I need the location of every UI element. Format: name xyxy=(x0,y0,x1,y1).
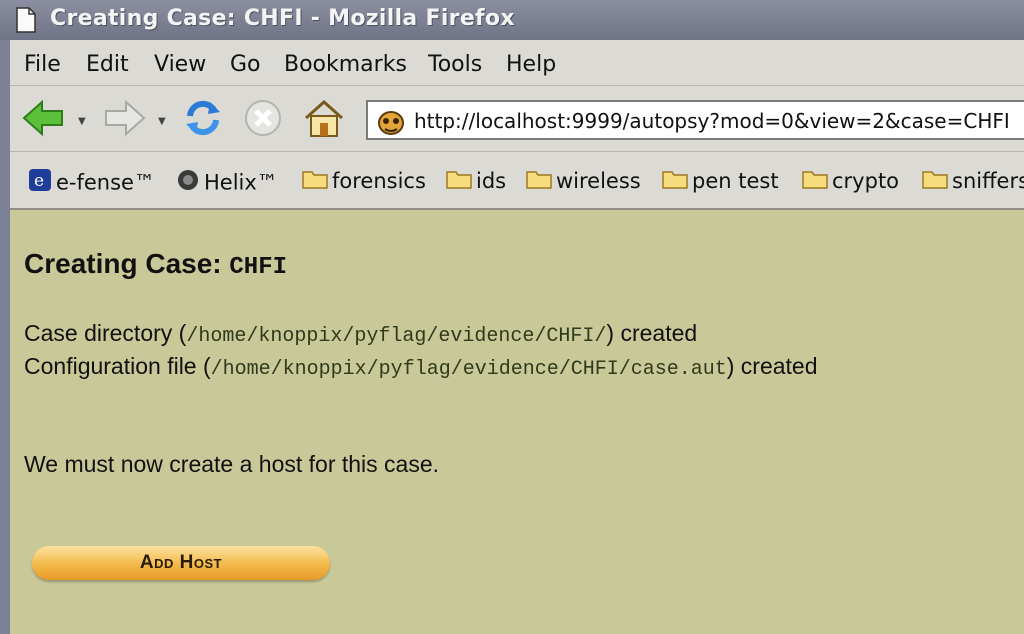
config-file-prefix: Configuration file ( xyxy=(24,353,211,379)
case-directory-prefix: Case directory ( xyxy=(24,320,187,346)
forward-button[interactable] xyxy=(102,98,146,142)
document-icon xyxy=(16,7,36,37)
back-dropdown-icon[interactable]: ▼ xyxy=(78,116,86,127)
menu-go[interactable]: Go xyxy=(230,52,261,77)
menu-bookmarks[interactable]: Bookmarks xyxy=(284,52,407,77)
menu-edit[interactable]: Edit xyxy=(86,52,129,77)
url-text: http://localhost:9999/autopsy?mod=0&view… xyxy=(414,109,1010,133)
reload-icon xyxy=(182,100,224,142)
window-titlebar: Creating Case: CHFI - Mozilla Firefox xyxy=(0,0,1024,40)
navigation-toolbar: ▼ ▼ http://localhost:9999/autopsy?mod=0&… xyxy=(10,86,1024,152)
config-file-suffix: ) created xyxy=(726,353,818,379)
folder-icon xyxy=(526,169,552,194)
forward-arrow-icon xyxy=(102,99,146,142)
home-button[interactable] xyxy=(302,98,346,142)
autopsy-site-icon xyxy=(376,107,406,138)
case-directory-path: /home/knoppix/pyflag/evidence/CHFI/ xyxy=(186,325,607,348)
reload-button[interactable] xyxy=(182,98,224,142)
home-icon xyxy=(302,99,346,142)
menu-bar: File Edit View Go Bookmarks Tools Help xyxy=(10,40,1024,86)
bookmark-ids[interactable]: ids xyxy=(446,168,506,196)
folder-icon xyxy=(446,169,472,194)
back-button[interactable] xyxy=(22,98,66,142)
folder-icon xyxy=(922,169,948,194)
bookmark-helix[interactable]: Helix™ xyxy=(176,168,278,196)
menu-view[interactable]: View xyxy=(154,52,206,77)
back-arrow-icon xyxy=(22,99,66,142)
bookmark-pen-test[interactable]: pen test xyxy=(662,168,779,196)
bookmark-wireless[interactable]: wireless xyxy=(526,168,641,196)
bookmarks-toolbar: e e-fense™ Helix™ forensics ids wireless… xyxy=(10,152,1024,210)
url-bar[interactable]: http://localhost:9999/autopsy?mod=0&view… xyxy=(366,100,1024,140)
create-host-message: We must now create a host for this case. xyxy=(24,451,440,477)
folder-icon xyxy=(302,169,328,194)
menu-file[interactable]: File xyxy=(24,52,61,77)
helix-icon xyxy=(176,168,200,197)
bookmark-efense[interactable]: e e-fense™ xyxy=(28,168,155,196)
page-title-prefix: Creating Case: xyxy=(24,248,230,279)
efense-icon: e xyxy=(28,168,52,197)
page-content: Creating Case: CHFI Case directory (/hom… xyxy=(10,210,1024,634)
folder-icon xyxy=(662,169,688,194)
case-directory-suffix: ) created xyxy=(606,320,698,346)
svg-text:e: e xyxy=(34,171,44,191)
folder-icon xyxy=(802,169,828,194)
bookmark-sniffers[interactable]: sniffers xyxy=(922,168,1024,196)
bookmark-crypto[interactable]: crypto xyxy=(802,168,899,196)
case-name: CHFI xyxy=(229,254,288,281)
page-title: Creating Case: CHFI xyxy=(24,248,287,281)
menu-help[interactable]: Help xyxy=(506,52,556,77)
case-directory-line: Case directory (/home/knoppix/pyflag/evi… xyxy=(24,320,697,348)
window-frame-left xyxy=(0,40,10,634)
stop-button[interactable] xyxy=(242,98,284,142)
add-host-button[interactable]: Add Host xyxy=(32,546,330,580)
bookmark-forensics[interactable]: forensics xyxy=(302,168,426,196)
stop-icon xyxy=(242,100,284,142)
window-title: Creating Case: CHFI - Mozilla Firefox xyxy=(50,6,515,31)
config-file-line: Configuration file (/home/knoppix/pyflag… xyxy=(24,353,818,381)
menu-tools[interactable]: Tools xyxy=(428,52,482,77)
config-file-path: /home/knoppix/pyflag/evidence/CHFI/case.… xyxy=(210,358,727,381)
forward-dropdown-icon[interactable]: ▼ xyxy=(158,116,166,127)
